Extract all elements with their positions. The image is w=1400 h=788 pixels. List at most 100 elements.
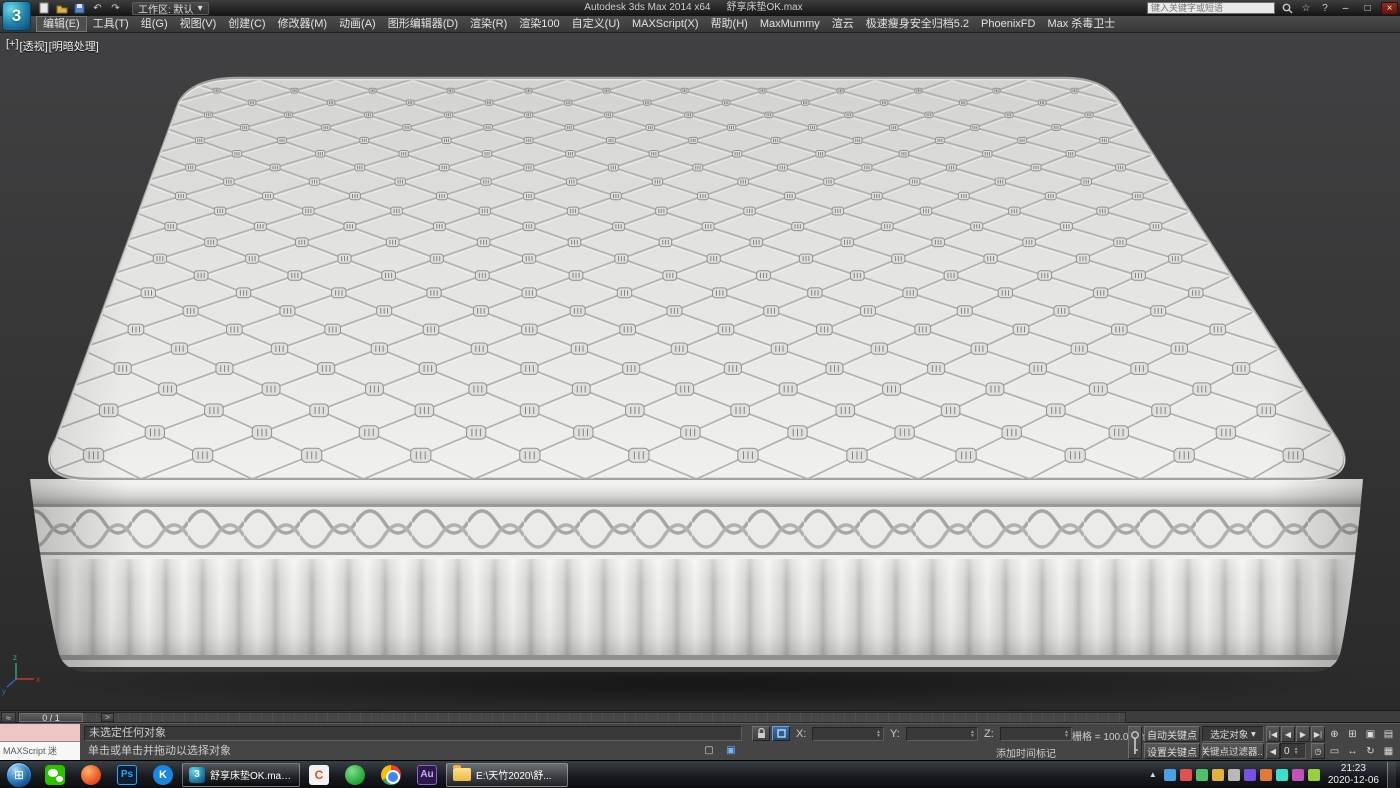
chrome-icon[interactable] [374, 763, 408, 787]
orbit-icon[interactable]: ↻ [1362, 743, 1379, 759]
application-menu-button[interactable]: 3 [2, 1, 31, 31]
tray-icon-4[interactable] [1212, 769, 1224, 781]
zoom-extents-all-icon[interactable]: ▤ [1380, 726, 1397, 742]
perspective-viewport[interactable]: x z y [+] [透视] [明暗处理] [0, 33, 1400, 710]
zoom-all-icon[interactable]: ⊞ [1344, 726, 1361, 742]
coord-z-field[interactable]: ▲▼ [1000, 727, 1072, 741]
start-button[interactable]: ⊞ [6, 762, 32, 788]
go-to-end-button[interactable]: ▶| [1311, 726, 1325, 742]
coord-y-field[interactable]: ▲▼ [906, 727, 978, 741]
isolate-selection-icon[interactable]: ▢ [700, 743, 718, 758]
redo-icon[interactable]: ↷ [108, 2, 123, 15]
menu-maxmummy[interactable]: MaxMummy [754, 16, 826, 32]
previous-frame-button[interactable]: ◀ [1281, 726, 1295, 742]
tray-icon-8[interactable] [1276, 769, 1288, 781]
zoom-region-icon[interactable]: ▭ [1326, 743, 1343, 759]
time-slider-thumb[interactable]: 0 / 1 [19, 713, 83, 722]
search-icon[interactable] [1280, 2, 1294, 15]
tray-icon-3[interactable] [1196, 769, 1208, 781]
time-configuration-button[interactable]: ◷ [1311, 743, 1325, 759]
macro-recorder-line[interactable] [0, 724, 80, 742]
k-app-icon[interactable]: K [146, 763, 180, 787]
pan-icon[interactable]: ↔ [1344, 743, 1361, 759]
menu-render100[interactable]: 渲染100 [513, 16, 565, 32]
help-icon[interactable]: ? [1318, 2, 1332, 15]
coord-x-field[interactable]: ▲▼ [812, 727, 884, 741]
photoshop-icon[interactable]: Ps [110, 763, 144, 787]
tray-icon-7[interactable] [1260, 769, 1272, 781]
menu-archive-plugin[interactable]: 极速瘦身安全归档5.2 [860, 16, 975, 32]
restore-button[interactable]: □ [1359, 2, 1376, 15]
tray-icon-9[interactable] [1292, 769, 1304, 781]
next-frame-nudge-button[interactable]: > [101, 713, 114, 722]
tray-icon-10[interactable] [1308, 769, 1320, 781]
max-task-button[interactable]: 3 舒享床垫OK.max... [182, 763, 300, 787]
menu-create[interactable]: 创建(C) [222, 16, 271, 32]
time-slider-track[interactable]: 0 / 1 > [18, 712, 1126, 723]
add-time-tag[interactable]: 添加时间标记 [996, 745, 1056, 760]
show-desktop-button[interactable] [1387, 762, 1396, 788]
viewport-shading-menu[interactable]: [明暗处理] [49, 38, 99, 54]
menu-customize[interactable]: 自定义(U) [566, 16, 626, 32]
search-input[interactable] [1147, 2, 1275, 14]
open-file-icon[interactable] [54, 2, 69, 15]
green-app-icon[interactable] [338, 763, 372, 787]
undo-icon[interactable]: ↶ [90, 2, 105, 15]
menu-maxscript[interactable]: MAXScript(X) [626, 16, 705, 32]
go-to-start-button[interactable]: |◀ [1266, 726, 1280, 742]
viewport-general-menu[interactable]: [+] [6, 38, 19, 54]
coord-x-spinner[interactable]: ▲▼ [874, 730, 883, 738]
current-frame-field[interactable]: 0 ▲▼ [1280, 743, 1306, 759]
close-button[interactable]: × [1381, 2, 1398, 15]
menu-bar: 编辑(E) 工具(T) 组(G) 视图(V) 创建(C) 修改器(M) 动画(A… [0, 16, 1400, 33]
menu-tools[interactable]: 工具(T) [87, 16, 135, 32]
absolute-offset-mode-icon[interactable] [772, 726, 790, 741]
folder-task-button[interactable]: E:\天竹2020\舒... [446, 763, 568, 787]
coord-y-spinner[interactable]: ▲▼ [968, 730, 977, 738]
tray-icon-1[interactable] [1164, 769, 1176, 781]
menu-edit[interactable]: 编辑(E) [36, 16, 87, 32]
wechat-icon[interactable] [38, 763, 72, 787]
zoom-icon[interactable]: ⊕ [1326, 726, 1343, 742]
menu-views[interactable]: 视图(V) [174, 16, 223, 32]
key-filters-button[interactable]: 关键点过滤器... [1202, 743, 1264, 759]
set-keys-big-key-button[interactable] [1128, 726, 1142, 759]
tray-icon-6[interactable] [1244, 769, 1256, 781]
set-key-button[interactable]: 设置关键点 [1144, 743, 1200, 759]
tray-icon-5[interactable] [1228, 769, 1240, 781]
maximize-viewport-icon[interactable]: ▦ [1380, 743, 1397, 759]
play-button[interactable]: ▶ [1296, 726, 1310, 742]
menu-help[interactable]: 帮助(H) [705, 16, 754, 32]
menu-modifiers[interactable]: 修改器(M) [272, 16, 334, 32]
browser-icon[interactable] [74, 763, 108, 787]
selection-set-dropdown[interactable]: 选定对象 ▾ [1202, 726, 1264, 742]
taskbar-clock[interactable]: 21:23 2020-12-06 [1328, 763, 1379, 787]
tray-icon-2[interactable] [1180, 769, 1192, 781]
coord-z-spinner[interactable]: ▲▼ [1062, 730, 1071, 738]
previous-key-button[interactable]: ◀ [1266, 743, 1280, 759]
viewport-pov-menu[interactable]: [透视] [20, 38, 48, 54]
menu-group[interactable]: 组(G) [135, 16, 174, 32]
menu-graph-editors[interactable]: 图形编辑器(D) [382, 16, 464, 32]
maxscript-mini-listener[interactable]: MAXScript 迷 [0, 724, 80, 761]
menu-animation[interactable]: 动画(A) [333, 16, 382, 32]
workspace-dropdown[interactable]: 工作区: 默认 ▾ [132, 2, 209, 15]
menu-rendering[interactable]: 渲染(R) [464, 16, 513, 32]
frame-spinner[interactable]: ▲▼ [1292, 747, 1301, 755]
selection-lock-icon[interactable] [752, 726, 770, 741]
display-toggle-icon[interactable]: ▣ [722, 743, 740, 758]
c-app-icon[interactable]: C [302, 763, 336, 787]
listener-line[interactable]: MAXScript 迷 [0, 742, 80, 761]
auto-key-button[interactable]: 自动关键点 [1144, 726, 1200, 742]
minimize-button[interactable]: – [1337, 2, 1354, 15]
audition-icon[interactable]: Au [410, 763, 444, 787]
mini-curve-editor-button[interactable]: ≈ [1, 712, 16, 723]
menu-phoenixfd[interactable]: PhoenixFD [975, 16, 1041, 32]
favorites-icon[interactable]: ☆ [1299, 2, 1313, 15]
menu-antivirus[interactable]: Max 杀毒卫士 [1041, 16, 1121, 32]
menu-rendercloud[interactable]: 渲云 [826, 16, 860, 32]
save-file-icon[interactable] [72, 2, 87, 15]
hidden-icons-arrow[interactable]: ▲ [1146, 770, 1160, 779]
zoom-extents-icon[interactable]: ▣ [1362, 726, 1379, 742]
new-scene-icon[interactable] [36, 2, 51, 15]
